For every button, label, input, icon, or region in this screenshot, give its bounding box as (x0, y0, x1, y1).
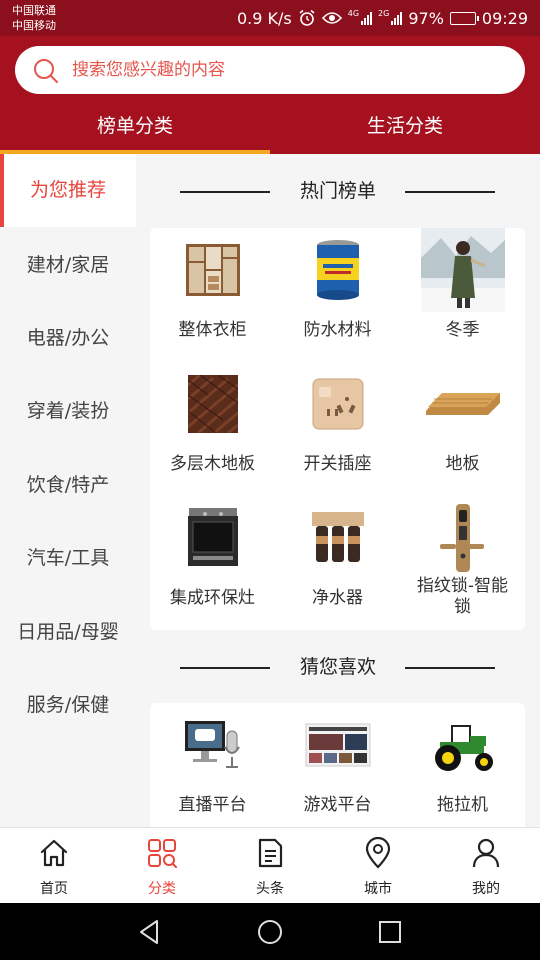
grid-item-label: 集成环保灶 (170, 588, 255, 608)
tab-life-category[interactable]: 生活分类 (270, 106, 540, 154)
nav-label: 头条 (256, 881, 284, 897)
grid-item-label: 直播平台 (178, 795, 247, 815)
tab-ranking-category[interactable]: 榜单分类 (0, 106, 270, 154)
nav-headlines[interactable]: 头条 (216, 828, 324, 904)
main-content: 热门榜单 整体衣柜 防水材料 冬季 多层木地板 开关插座 地板 集成环保灶 净水… (136, 154, 540, 853)
grid-item-label: 游戏平台 (303, 795, 372, 815)
grid-item-smart-lock[interactable]: 指纹锁-智能锁 (400, 496, 525, 630)
nav-category[interactable]: 分类 (108, 828, 216, 904)
grid-item-label: 多层木地板 (170, 454, 255, 474)
grid-item-water-purifier[interactable]: 净水器 (275, 496, 400, 630)
home-button-icon[interactable] (255, 917, 285, 947)
grid-item-multilayer-floor[interactable]: 多层木地板 (150, 362, 275, 496)
nav-home[interactable]: 首页 (0, 828, 108, 904)
nav-profile[interactable]: 我的 (432, 828, 540, 904)
grid-item-waterproof[interactable]: 防水材料 (275, 228, 400, 362)
signal-4g-icon (361, 11, 373, 25)
sidebar-item-building-home[interactable]: 建材/家居 (0, 229, 136, 302)
divider-line (405, 667, 495, 669)
status-bar: 中国联通 中国移动 0.9 K/s 4G 2G 97% 09:29 (0, 0, 540, 36)
hot-list-card: 整体衣柜 防水材料 冬季 多层木地板 开关插座 地板 集成环保灶 净水器 指纹锁… (150, 228, 525, 630)
category-sidebar: 为您推荐 建材/家居 电器/办公 穿着/装扮 饮食/特产 汽车/工具 日用品/母… (0, 154, 136, 827)
grid-item-label: 冬季 (445, 320, 480, 340)
grid-item-label: 防水材料 (303, 320, 372, 340)
game-platform-image (296, 703, 380, 787)
live-stream-image (171, 703, 255, 787)
nav-label: 首页 (40, 881, 68, 897)
location-icon (365, 837, 391, 869)
grid-item-stove[interactable]: 集成环保灶 (150, 496, 275, 630)
grid-item-floor[interactable]: 地板 (400, 362, 525, 496)
recent-apps-icon[interactable] (375, 917, 405, 947)
water-purifier-image (296, 496, 380, 580)
plank-image (421, 362, 505, 446)
carrier-2: 中国移动 (12, 19, 56, 32)
wardrobe-image (171, 228, 255, 312)
clock: 09:29 (481, 8, 528, 28)
grid-item-label: 指纹锁-智能锁 (416, 576, 509, 617)
hot-list-header: 热门榜单 (136, 176, 540, 206)
grid-item-wardrobe[interactable]: 整体衣柜 (150, 228, 275, 362)
profile-icon (472, 838, 500, 868)
sidebar-item-auto-tools[interactable]: 汽车/工具 (0, 522, 136, 595)
winter-photo-image (421, 228, 505, 312)
socket-image (296, 362, 380, 446)
sidebar-item-daily-baby[interactable]: 日用品/母婴 (0, 596, 136, 669)
grid-item-game-platform[interactable]: 游戏平台 (275, 703, 400, 837)
carrier-1: 中国联通 (12, 4, 56, 17)
net-speed: 0.9 K/s (236, 8, 292, 28)
nav-label: 城市 (364, 881, 392, 897)
tractor-image (421, 703, 505, 787)
wood-floor-image (171, 362, 255, 446)
sidebar-item-service-health[interactable]: 服务/保健 (0, 669, 136, 742)
grid-item-label: 净水器 (312, 588, 363, 608)
guess-you-like-header: 猜您喜欢 (136, 652, 540, 682)
header: 搜索您感兴趣的内容 榜单分类 生活分类 (0, 36, 540, 154)
grid-item-label: 开关插座 (303, 454, 372, 474)
category-icon (148, 839, 177, 868)
signal-2g-icon (391, 11, 403, 25)
nav-label: 分类 (148, 881, 176, 897)
battery-percent: 97% (408, 8, 444, 28)
smart-lock-image (421, 496, 505, 580)
grid-item-switch-socket[interactable]: 开关插座 (275, 362, 400, 496)
search-icon (34, 59, 58, 83)
search-bar[interactable]: 搜索您感兴趣的内容 (15, 46, 525, 94)
status-indicators: 0.9 K/s 4G 2G 97% 09:29 (237, 0, 528, 36)
stove-image (171, 496, 255, 580)
eye-icon (321, 12, 342, 24)
battery-icon (449, 11, 479, 25)
bottom-nav: 首页 分类 头条 城市 我的 (0, 827, 540, 903)
nav-label: 我的 (472, 881, 500, 897)
carrier-info: 中国联通 中国移动 (12, 3, 56, 33)
search-placeholder: 搜索您感兴趣的内容 (72, 60, 225, 80)
grid-item-label: 地板 (445, 454, 480, 474)
home-icon (40, 839, 68, 867)
headline-icon (258, 838, 283, 868)
system-nav-bar (0, 903, 540, 960)
grid-item-tractor[interactable]: 拖拉机 (400, 703, 525, 837)
alarm-icon (299, 9, 315, 26)
sidebar-item-appliance-office[interactable]: 电器/办公 (0, 302, 136, 375)
divider-line (405, 191, 495, 193)
grid-item-label: 整体衣柜 (178, 320, 247, 340)
paint-can-image (296, 228, 380, 312)
grid-item-winter[interactable]: 冬季 (400, 228, 525, 362)
back-icon[interactable] (135, 917, 165, 947)
sidebar-item-clothing[interactable]: 穿着/装扮 (0, 375, 136, 448)
grid-item-live-stream[interactable]: 直播平台 (150, 703, 275, 837)
network-2g-label: 2G (378, 9, 390, 18)
sidebar-item-recommended[interactable]: 为您推荐 (0, 154, 136, 227)
network-4g-label: 4G (347, 9, 360, 18)
grid-item-label: 拖拉机 (437, 795, 488, 815)
nav-city[interactable]: 城市 (324, 828, 432, 904)
sidebar-item-food[interactable]: 饮食/特产 (0, 449, 136, 522)
